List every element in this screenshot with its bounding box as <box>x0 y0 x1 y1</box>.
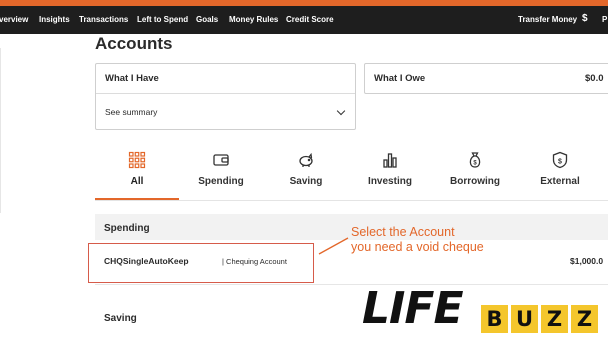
lifebuzz-logo-letter-z2: Z <box>571 305 598 333</box>
lifebuzz-logo-letter-u: U <box>511 305 538 333</box>
saving-section-title: Saving <box>104 313 137 324</box>
annotation-arrow <box>318 237 349 255</box>
lifebuzz-logo-life: LIFE <box>362 283 464 334</box>
lifebuzz-logo-letter-z1: Z <box>541 305 568 333</box>
lifebuzz-logo-letter-b: B <box>481 305 508 333</box>
